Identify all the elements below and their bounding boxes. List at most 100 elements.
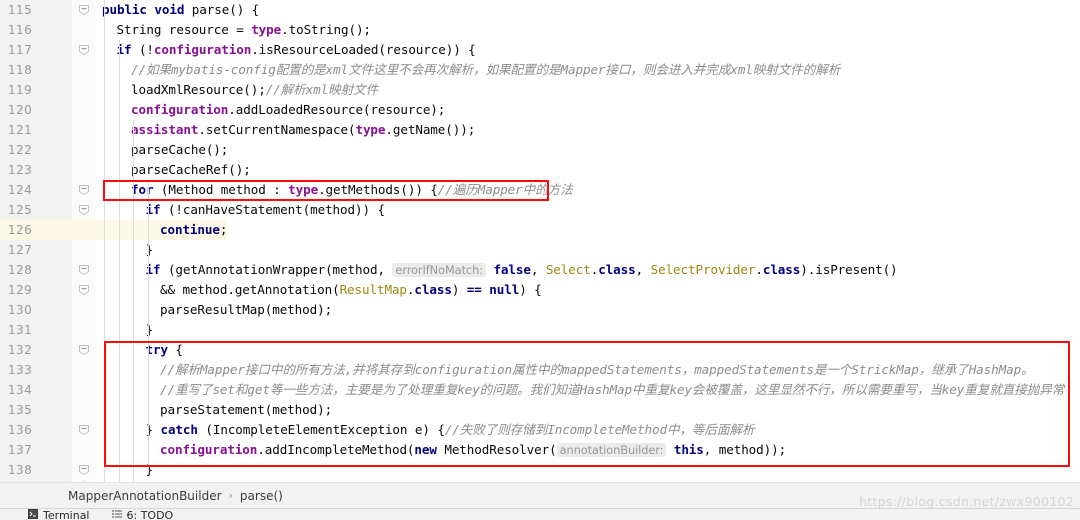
code-line[interactable]: 122parseCache(); [0, 140, 1080, 160]
code-line-text[interactable]: && method.getAnnotation(ResultMap.class)… [96, 280, 542, 300]
code-line[interactable]: 129&& method.getAnnotation(ResultMap.cla… [0, 280, 1080, 300]
fold-cell[interactable] [72, 380, 96, 400]
code-line-text[interactable]: try { [96, 340, 183, 360]
code-line[interactable]: 119loadXmlResource();//解析xml映射文件 [0, 80, 1080, 100]
token-fld: configuration [160, 442, 257, 457]
code-line[interactable]: 135parseStatement(method); [0, 400, 1080, 420]
code-line-text[interactable]: String resource = type.toString(); [96, 20, 371, 40]
code-line-text[interactable]: for (Method method : type.getMethods()) … [96, 180, 573, 200]
fold-collapse-icon[interactable] [78, 284, 90, 296]
fold-collapse-icon[interactable] [78, 424, 90, 436]
fold-cell[interactable] [72, 200, 96, 220]
fold-cell[interactable] [72, 240, 96, 260]
code-line-text[interactable]: continue; [96, 220, 227, 240]
code-line[interactable]: 123parseCacheRef(); [0, 160, 1080, 180]
code-lines[interactable]: 115public void parse() {116 String resour… [0, 0, 1080, 480]
code-line-text[interactable]: public void parse() { [96, 0, 259, 20]
code-line[interactable]: 128if (getAnnotationWrapper(method, erro… [0, 260, 1080, 280]
code-line-text[interactable]: parseStatement(method); [96, 400, 332, 420]
code-line[interactable]: 136} catch (IncompleteElementException e… [0, 420, 1080, 440]
code-line-text[interactable]: //如果mybatis-config配置的是xml文件这里不会再次解析，如果配置… [96, 60, 840, 80]
code-line[interactable]: 116 String resource = type.toString(); [0, 20, 1080, 40]
code-line-text[interactable]: assistant.setCurrentNamespace(type.getNa… [96, 120, 475, 140]
fold-cell[interactable] [72, 440, 96, 460]
code-line[interactable]: 124for (Method method : type.getMethods(… [0, 180, 1080, 200]
code-line[interactable]: 130 parseResultMap(method); [0, 300, 1080, 320]
line-number: 132 [0, 340, 72, 360]
code-line-text[interactable]: configuration.addIncompleteMethod(new Me… [96, 440, 786, 460]
token-kw: class [414, 282, 451, 297]
breadcrumb-item-method[interactable]: parse() [240, 489, 283, 503]
token-plain: , [636, 262, 651, 277]
token-plain: parseCache(); [131, 142, 228, 157]
code-line[interactable]: 115public void parse() { [0, 0, 1080, 20]
code-line[interactable]: 131} [0, 320, 1080, 340]
fold-collapse-icon[interactable] [78, 464, 90, 476]
code-line-text[interactable]: if (!canHaveStatement(method)) { [96, 200, 385, 220]
code-line[interactable]: 125if (!canHaveStatement(method)) { [0, 200, 1080, 220]
token-plain: .isResourceLoaded(resource)) { [251, 42, 475, 57]
status-item-terminal[interactable]: Terminal [28, 509, 90, 520]
fold-cell[interactable] [72, 100, 96, 120]
fold-cell[interactable] [72, 300, 96, 320]
token-cls: ResultMap [340, 282, 407, 297]
code-line[interactable]: 134//重写了set和get等一些方法，主要是为了处理重复key的问题。我们知… [0, 380, 1080, 400]
code-line[interactable]: 133//解析Mapper接口中的所有方法,并将其存到configuration… [0, 360, 1080, 380]
fold-collapse-icon[interactable] [78, 4, 90, 16]
fold-cell[interactable] [72, 40, 96, 60]
fold-cell[interactable] [72, 280, 96, 300]
code-line-text[interactable]: if (!configuration.isResourceLoaded(reso… [96, 40, 476, 60]
line-number: 116 [0, 20, 72, 40]
fold-cell[interactable] [72, 220, 96, 240]
fold-cell[interactable] [72, 140, 96, 160]
code-editor[interactable]: 115public void parse() {116 String resour… [0, 0, 1080, 482]
code-line[interactable]: 117if (!configuration.isResourceLoaded(r… [0, 40, 1080, 60]
code-line[interactable]: 137configuration.addIncompleteMethod(new… [0, 440, 1080, 460]
fold-cell[interactable] [72, 420, 96, 440]
fold-cell[interactable] [72, 340, 96, 360]
code-line-text[interactable]: loadXmlResource();//解析xml映射文件 [96, 80, 378, 100]
fold-cell[interactable] [72, 20, 96, 40]
fold-cell[interactable] [72, 360, 96, 380]
code-line-text[interactable]: //重写了set和get等一些方法，主要是为了处理重复key的问题。我们知道Ha… [96, 380, 1064, 400]
line-number: 130 [0, 300, 72, 320]
fold-collapse-icon[interactable] [78, 264, 90, 276]
fold-cell[interactable] [72, 0, 96, 20]
fold-collapse-icon[interactable] [78, 204, 90, 216]
code-line-text[interactable]: configuration.addLoadedResource(resource… [96, 100, 445, 120]
fold-cell[interactable] [72, 400, 96, 420]
line-number: 118 [0, 60, 72, 80]
status-item-todo[interactable]: 6: TODO [112, 509, 174, 520]
code-line[interactable]: 118 //如果mybatis-config配置的是xml文件这里不会再次解析，如… [0, 60, 1080, 80]
fold-collapse-icon[interactable] [78, 44, 90, 56]
code-line[interactable]: 120configuration.addLoadedResource(resou… [0, 100, 1080, 120]
token-plain: (getAnnotationWrapper(method, [160, 262, 392, 277]
breadcrumb-item-class[interactable]: MapperAnnotationBuilder [68, 489, 222, 503]
token-hint: errorIfNoMatch: [392, 263, 486, 277]
code-line[interactable]: 132 try { [0, 340, 1080, 360]
code-line[interactable]: 126continue; [0, 220, 1080, 240]
code-line-text[interactable]: //解析Mapper接口中的所有方法,并将其存到configuration属性中… [96, 360, 1034, 380]
fold-collapse-icon[interactable] [78, 184, 90, 196]
code-line-text[interactable]: } catch (IncompleteElementException e) {… [96, 420, 754, 440]
fold-cell[interactable] [72, 180, 96, 200]
code-line[interactable]: 138} [0, 460, 1080, 480]
code-line[interactable]: 127} [0, 240, 1080, 260]
token-plain: && method.getAnnotation( [160, 282, 340, 297]
token-plain [666, 442, 673, 457]
fold-cell[interactable] [72, 460, 96, 480]
status-bar[interactable]: Terminal 6: TODO [0, 508, 1080, 520]
fold-cell[interactable] [72, 320, 96, 340]
code-line[interactable]: 121assistant.setCurrentNamespace(type.ge… [0, 120, 1080, 140]
fold-collapse-icon[interactable] [78, 344, 90, 356]
fold-cell[interactable] [72, 260, 96, 280]
token-fld: assistant [131, 122, 198, 137]
code-line-text[interactable]: parseCache(); [96, 140, 228, 160]
fold-cell[interactable] [72, 160, 96, 180]
fold-cell[interactable] [72, 80, 96, 100]
fold-cell[interactable] [72, 120, 96, 140]
code-line-text[interactable]: parseResultMap(method); [96, 300, 332, 320]
token-kw: try [146, 342, 168, 357]
code-line-text[interactable]: if (getAnnotationWrapper(method, errorIf… [96, 260, 898, 280]
fold-cell[interactable] [72, 60, 96, 80]
